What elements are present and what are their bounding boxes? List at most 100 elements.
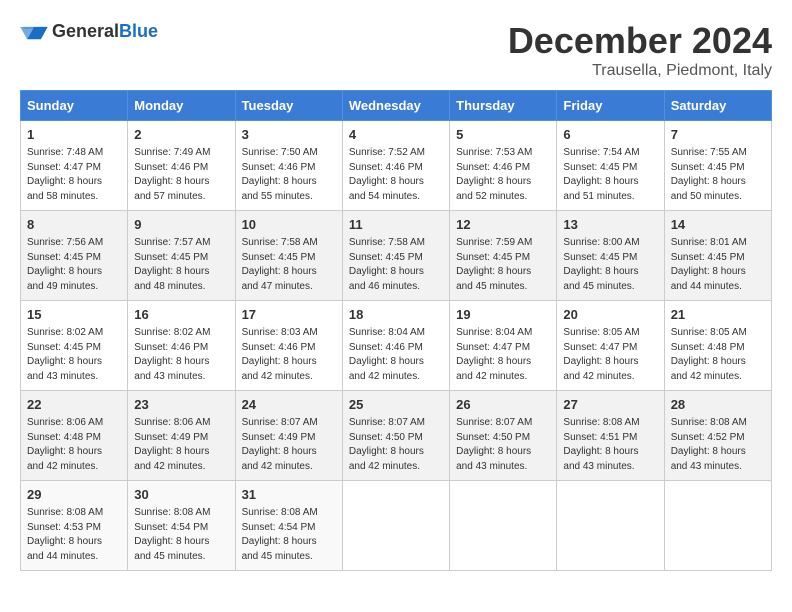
- calendar-header-row: SundayMondayTuesdayWednesdayThursdayFrid…: [21, 91, 772, 121]
- column-header-wednesday: Wednesday: [342, 91, 449, 121]
- day-info: Sunrise: 8:04 AMSunset: 4:46 PMDaylight:…: [349, 326, 443, 384]
- day-cell: 7 Sunrise: 7:55 AMSunset: 4:45 PMDaylight…: [664, 121, 771, 211]
- day-number: 14: [671, 216, 765, 234]
- day-cell: [557, 481, 664, 571]
- day-number: 18: [349, 306, 443, 324]
- day-number: 13: [563, 216, 657, 234]
- day-number: 28: [671, 396, 765, 414]
- day-number: 9: [134, 216, 228, 234]
- day-cell: 20 Sunrise: 8:05 AMSunset: 4:47 PMDayligh…: [557, 301, 664, 391]
- day-cell: 31Sunrise: 8:08 AMSunset: 4:54 PMDayligh…: [235, 481, 342, 571]
- day-number: 1: [27, 126, 121, 144]
- day-info: Sunrise: 7:59 AMSunset: 4:45 PMDaylight:…: [456, 236, 550, 294]
- day-number: 6: [563, 126, 657, 144]
- day-number: 2: [134, 126, 228, 144]
- day-info: Sunrise: 7:52 AMSunset: 4:46 PMDaylight:…: [349, 146, 443, 204]
- week-row-2: 8 Sunrise: 7:56 AMSunset: 4:45 PMDaylight…: [21, 211, 772, 301]
- logo-general: General: [52, 21, 119, 41]
- column-header-saturday: Saturday: [664, 91, 771, 121]
- logo: GeneralBlue: [20, 20, 158, 42]
- page-header: GeneralBlue December 2024 Trausella, Pie…: [20, 20, 772, 80]
- day-cell: 9Sunrise: 7:57 AMSunset: 4:45 PMDaylight…: [128, 211, 235, 301]
- day-info: Sunrise: 7:55 AMSunset: 4:45 PMDaylight:…: [671, 146, 765, 204]
- day-number: 22: [27, 396, 121, 414]
- day-number: 25: [349, 396, 443, 414]
- day-info: Sunrise: 8:00 AMSunset: 4:45 PMDaylight:…: [563, 236, 657, 294]
- day-cell: 21 Sunrise: 8:05 AMSunset: 4:48 PMDayligh…: [664, 301, 771, 391]
- column-header-tuesday: Tuesday: [235, 91, 342, 121]
- day-cell: 12 Sunrise: 7:59 AMSunset: 4:45 PMDayligh…: [450, 211, 557, 301]
- week-row-3: 15Sunrise: 8:02 AMSunset: 4:45 PMDayligh…: [21, 301, 772, 391]
- day-info: Sunrise: 8:01 AMSunset: 4:45 PMDaylight:…: [671, 236, 765, 294]
- day-cell: [664, 481, 771, 571]
- day-cell: 22 Sunrise: 8:06 AMSunset: 4:48 PMDayligh…: [21, 391, 128, 481]
- week-row-5: 29 Sunrise: 8:08 AMSunset: 4:53 PMDayligh…: [21, 481, 772, 571]
- day-cell: 30Sunrise: 8:08 AMSunset: 4:54 PMDayligh…: [128, 481, 235, 571]
- day-number: 23: [134, 396, 228, 414]
- day-cell: [342, 481, 449, 571]
- day-cell: 29 Sunrise: 8:08 AMSunset: 4:53 PMDayligh…: [21, 481, 128, 571]
- column-header-friday: Friday: [557, 91, 664, 121]
- location-title: Trausella, Piedmont, Italy: [508, 62, 772, 80]
- day-info: Sunrise: 8:07 AMSunset: 4:50 PMDaylight:…: [349, 416, 443, 474]
- day-number: 26: [456, 396, 550, 414]
- day-cell: 11 Sunrise: 7:58 AMSunset: 4:45 PMDayligh…: [342, 211, 449, 301]
- day-number: 11: [349, 216, 443, 234]
- day-number: 21: [671, 306, 765, 324]
- title-block: December 2024 Trausella, Piedmont, Italy: [508, 20, 772, 80]
- day-info: Sunrise: 8:04 AMSunset: 4:47 PMDaylight:…: [456, 326, 550, 384]
- day-number: 20: [563, 306, 657, 324]
- day-number: 7: [671, 126, 765, 144]
- day-cell: 25 Sunrise: 8:07 AMSunset: 4:50 PMDayligh…: [342, 391, 449, 481]
- day-number: 5: [456, 126, 550, 144]
- day-number: 27: [563, 396, 657, 414]
- calendar-table: SundayMondayTuesdayWednesdayThursdayFrid…: [20, 90, 772, 571]
- column-header-sunday: Sunday: [21, 91, 128, 121]
- day-number: 31: [242, 486, 336, 504]
- day-number: 29: [27, 486, 121, 504]
- day-number: 8: [27, 216, 121, 234]
- day-info: Sunrise: 8:08 AMSunset: 4:53 PMDaylight:…: [27, 506, 121, 564]
- week-row-4: 22 Sunrise: 8:06 AMSunset: 4:48 PMDayligh…: [21, 391, 772, 481]
- day-cell: 15Sunrise: 8:02 AMSunset: 4:45 PMDayligh…: [21, 301, 128, 391]
- day-cell: 10 Sunrise: 7:58 AMSunset: 4:45 PMDayligh…: [235, 211, 342, 301]
- logo-text: GeneralBlue: [52, 21, 158, 42]
- day-info: Sunrise: 8:02 AMSunset: 4:45 PMDaylight:…: [27, 326, 121, 384]
- day-info: Sunrise: 7:58 AMSunset: 4:45 PMDaylight:…: [349, 236, 443, 294]
- day-info: Sunrise: 8:03 AMSunset: 4:46 PMDaylight:…: [242, 326, 336, 384]
- day-info: Sunrise: 7:50 AMSunset: 4:46 PMDaylight:…: [242, 146, 336, 204]
- day-cell: 23Sunrise: 8:06 AMSunset: 4:49 PMDayligh…: [128, 391, 235, 481]
- day-info: Sunrise: 8:05 AMSunset: 4:48 PMDaylight:…: [671, 326, 765, 384]
- day-info: Sunrise: 7:58 AMSunset: 4:45 PMDaylight:…: [242, 236, 336, 294]
- day-cell: 28Sunrise: 8:08 AMSunset: 4:52 PMDayligh…: [664, 391, 771, 481]
- day-number: 10: [242, 216, 336, 234]
- day-cell: 18 Sunrise: 8:04 AMSunset: 4:46 PMDayligh…: [342, 301, 449, 391]
- column-header-thursday: Thursday: [450, 91, 557, 121]
- day-cell: 3 Sunrise: 7:50 AMSunset: 4:46 PMDaylight…: [235, 121, 342, 211]
- day-info: Sunrise: 7:53 AMSunset: 4:46 PMDaylight:…: [456, 146, 550, 204]
- day-number: 17: [242, 306, 336, 324]
- day-info: Sunrise: 7:49 AMSunset: 4:46 PMDaylight:…: [134, 146, 228, 204]
- day-info: Sunrise: 7:54 AMSunset: 4:45 PMDaylight:…: [563, 146, 657, 204]
- day-info: Sunrise: 8:08 AMSunset: 4:51 PMDaylight:…: [563, 416, 657, 474]
- month-title: December 2024: [508, 20, 772, 62]
- day-info: Sunrise: 8:08 AMSunset: 4:54 PMDaylight:…: [134, 506, 228, 564]
- day-number: 12: [456, 216, 550, 234]
- day-cell: 19Sunrise: 8:04 AMSunset: 4:47 PMDayligh…: [450, 301, 557, 391]
- day-number: 3: [242, 126, 336, 144]
- logo-blue: Blue: [119, 21, 158, 41]
- day-info: Sunrise: 7:56 AMSunset: 4:45 PMDaylight:…: [27, 236, 121, 294]
- day-cell: 1Sunrise: 7:48 AMSunset: 4:47 PMDaylight…: [21, 121, 128, 211]
- day-number: 24: [242, 396, 336, 414]
- column-header-monday: Monday: [128, 91, 235, 121]
- day-cell: 2 Sunrise: 7:49 AMSunset: 4:46 PMDaylight…: [128, 121, 235, 211]
- day-info: Sunrise: 8:07 AMSunset: 4:50 PMDaylight:…: [456, 416, 550, 474]
- day-cell: 14 Sunrise: 8:01 AMSunset: 4:45 PMDayligh…: [664, 211, 771, 301]
- day-info: Sunrise: 8:06 AMSunset: 4:48 PMDaylight:…: [27, 416, 121, 474]
- day-cell: 16Sunrise: 8:02 AMSunset: 4:46 PMDayligh…: [128, 301, 235, 391]
- day-info: Sunrise: 8:05 AMSunset: 4:47 PMDaylight:…: [563, 326, 657, 384]
- day-cell: 6 Sunrise: 7:54 AMSunset: 4:45 PMDaylight…: [557, 121, 664, 211]
- day-cell: 4Sunrise: 7:52 AMSunset: 4:46 PMDaylight…: [342, 121, 449, 211]
- day-cell: 24Sunrise: 8:07 AMSunset: 4:49 PMDayligh…: [235, 391, 342, 481]
- day-cell: [450, 481, 557, 571]
